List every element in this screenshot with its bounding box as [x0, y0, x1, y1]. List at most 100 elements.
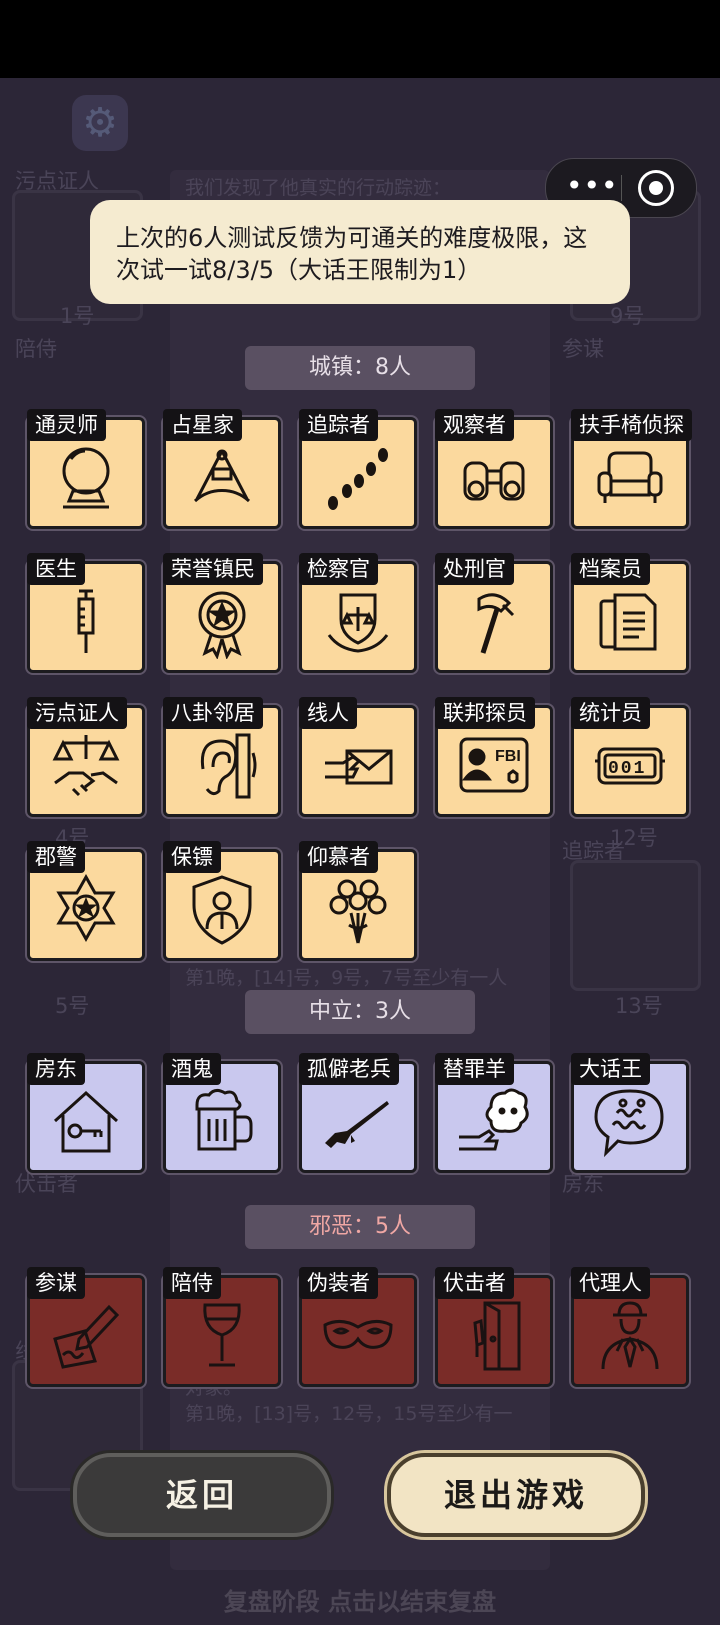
sheriff-star-icon	[56, 873, 116, 943]
role-name: 大话王	[571, 1053, 650, 1085]
suited-man-icon	[601, 1301, 659, 1370]
role-name: 荣誉镇民	[163, 553, 263, 585]
role-name: 代理人	[571, 1267, 650, 1299]
role-card-town[interactable]: 联邦探员 FBI	[435, 697, 553, 817]
role-card-town[interactable]: 郡警	[27, 841, 145, 961]
bg-player-label: 参谋	[562, 337, 604, 361]
role-card-evil[interactable]: 参谋	[27, 1267, 145, 1387]
role-card-evil[interactable]: 伏击者	[435, 1267, 553, 1387]
role-name: 观察者	[435, 409, 514, 441]
mask-icon	[323, 1320, 393, 1349]
role-card-town[interactable]: 污点证人	[27, 697, 145, 817]
envelope-hand-icon	[325, 749, 393, 785]
door-knife-icon	[473, 1301, 521, 1371]
role-name: 扶手椅侦探	[571, 409, 692, 441]
role-name: 酒鬼	[163, 1053, 221, 1085]
role-name: 参谋	[27, 1267, 85, 1299]
syringe-icon	[77, 589, 95, 653]
bg-footer-hint: 复盘阶段 点击以结束复盘	[223, 1588, 497, 1616]
role-card-town[interactable]: 观察者	[435, 409, 553, 529]
medal-icon	[198, 591, 246, 659]
fbi-badge-icon: FBI	[459, 737, 529, 793]
role-card-town[interactable]: 仰慕者	[299, 841, 417, 961]
role-name: 仰慕者	[299, 841, 378, 873]
role-name: 伪装者	[299, 1267, 378, 1299]
house-key-icon	[53, 1090, 119, 1153]
role-name: 医生	[27, 553, 85, 585]
bg-clue-text: 第1晚，[14]号，9号，7号至少有一人	[185, 967, 508, 989]
role-card-town[interactable]: 八卦邻居	[163, 697, 281, 817]
role-card-town[interactable]: 线人	[299, 697, 417, 817]
bg-clue-text: 我们发现了他真实的行动踪迹：	[185, 177, 452, 199]
role-card-town[interactable]: 医生	[27, 553, 145, 673]
role-name: 房东	[27, 1053, 85, 1085]
counter-icon: 001	[595, 747, 665, 785]
tip-bubble: 上次的6人测试反馈为可通关的难度极限，这次试一试8/3/5（大话王限制为1）	[90, 200, 630, 304]
status-bar	[0, 0, 720, 78]
role-card-town[interactable]: 荣誉镇民	[163, 553, 281, 673]
role-name: 污点证人	[27, 697, 127, 729]
role-name: 替罪羊	[435, 1053, 514, 1085]
armchair-icon	[597, 451, 663, 503]
bg-clue-text: 第1晚，[13]号，12号，15号至少有一	[185, 1403, 513, 1425]
role-card-neutral[interactable]: 替罪羊	[435, 1053, 553, 1173]
role-card-town[interactable]: 扶手椅侦探	[571, 409, 692, 529]
capsule-divider	[621, 175, 622, 201]
role-card-town[interactable]: 统计员 001	[571, 697, 689, 817]
role-name: 陪侍	[163, 1267, 221, 1299]
bodyguard-shield-icon	[192, 875, 252, 945]
role-card-town[interactable]: 占星家	[163, 409, 281, 529]
more-icon[interactable]: •••	[566, 172, 618, 203]
sextant-icon	[193, 449, 251, 503]
gear-icon: ⚙	[72, 95, 128, 151]
role-card-town[interactable]: 处刑官	[435, 553, 553, 673]
close-target-icon[interactable]	[638, 170, 674, 206]
wine-glass-icon	[203, 1303, 241, 1367]
role-card-town[interactable]: 档案员	[571, 553, 689, 673]
bg-player-number: 1号	[60, 304, 95, 328]
exit-game-button[interactable]: 退出游戏	[387, 1453, 645, 1537]
role-name: 八卦邻居	[163, 697, 263, 729]
role-card-town[interactable]: 追踪者	[299, 409, 417, 529]
bg-player-number: 5号	[55, 994, 90, 1018]
tip-text: 上次的6人测试反馈为可通关的难度极限，这次试一试8/3/5（大话王限制为1）	[116, 224, 588, 284]
bg-player-number: 13号	[615, 994, 663, 1018]
binoculars-icon	[463, 461, 525, 501]
role-card-neutral[interactable]: 大话王	[571, 1053, 689, 1173]
role-card-town[interactable]: 通灵师	[27, 409, 145, 529]
role-name: 通灵师	[27, 409, 106, 441]
ear-wall-icon	[200, 733, 257, 799]
footprints-icon	[328, 448, 388, 510]
role-name: 统计员	[571, 697, 650, 729]
rifle-icon	[325, 1101, 389, 1148]
role-name: 伏击者	[435, 1267, 514, 1299]
axe-icon	[477, 593, 515, 654]
role-card-neutral[interactable]: 酒鬼	[163, 1053, 281, 1173]
evil-section-header: 邪恶：5人	[245, 1205, 475, 1249]
justice-badge-icon	[327, 593, 389, 653]
role-name: 处刑官	[435, 553, 514, 585]
role-name: 占星家	[163, 409, 242, 441]
role-card-town[interactable]: 保镖	[163, 841, 281, 961]
role-card-evil[interactable]: 伪装者	[299, 1267, 417, 1387]
crystal-ball-icon	[62, 447, 110, 509]
bg-player-number: 9号	[610, 304, 645, 328]
back-button[interactable]: 返回	[73, 1453, 331, 1537]
sheep-point-icon	[459, 1088, 529, 1151]
role-name: 追踪者	[299, 409, 378, 441]
role-name: 检察官	[299, 553, 378, 585]
role-card-neutral[interactable]: 孤僻老兵	[299, 1053, 417, 1173]
role-card-evil[interactable]: 陪侍	[163, 1267, 281, 1387]
fbi-text: FBI	[495, 748, 521, 765]
role-name: 保镖	[163, 841, 221, 873]
bg-player-number: 12号	[610, 826, 658, 850]
bouquet-icon	[329, 879, 387, 944]
role-card-evil[interactable]: 代理人	[571, 1267, 689, 1387]
town-section-header: 城镇：8人	[245, 346, 475, 390]
role-name: 线人	[299, 697, 357, 729]
neutral-section-header: 中立：3人	[245, 990, 475, 1034]
role-card-town[interactable]: 检察官	[299, 553, 417, 673]
role-card-neutral[interactable]: 房东	[27, 1053, 145, 1173]
role-name: 郡警	[27, 841, 85, 873]
scales-handshake-icon	[52, 735, 120, 797]
